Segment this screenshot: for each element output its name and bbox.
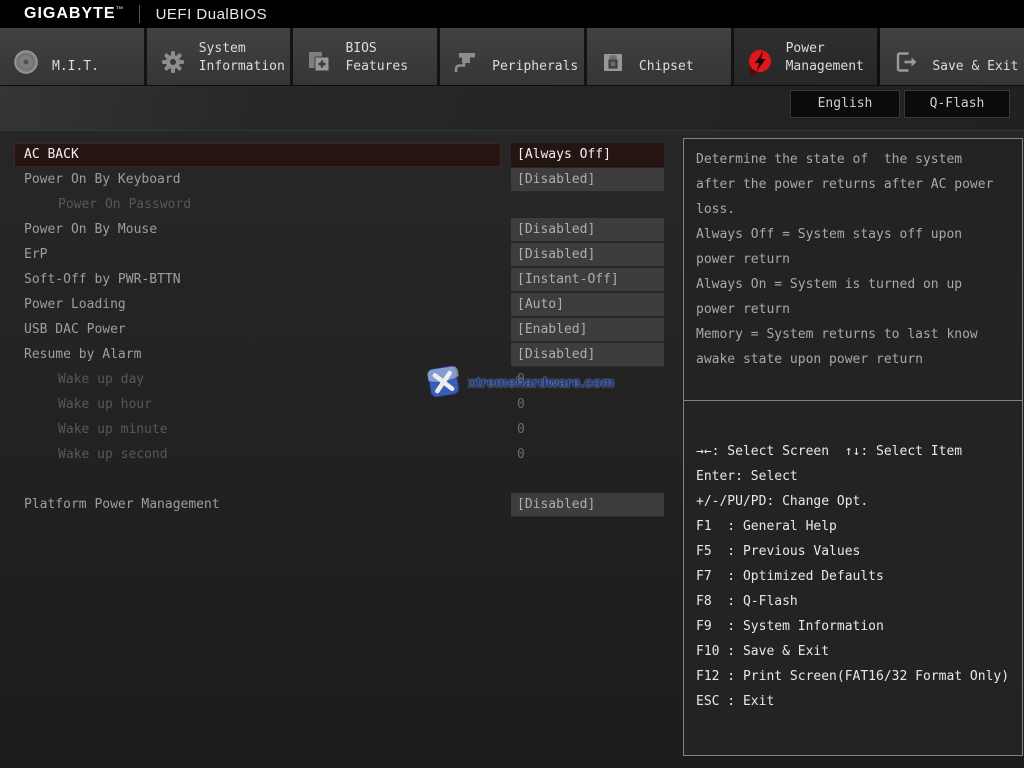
setting-row-wake-up-second[interactable]: Wake up second 0 [14, 442, 664, 467]
tab-bar: M.I.T. SystemInformation BIOSFeatures Perip… [0, 28, 1024, 85]
setting-label: Resume by Alarm [14, 343, 501, 367]
tab-mit[interactable]: M.I.T. [0, 28, 144, 85]
setting-row-power-on-password[interactable]: Power On Password [14, 192, 664, 217]
setting-row-wake-up-day[interactable]: Wake up day 0 [14, 367, 664, 392]
language-button[interactable]: English [790, 90, 900, 118]
tab-system-information[interactable]: SystemInformation [147, 28, 291, 85]
help-line: Determine the state of the system [696, 147, 1010, 172]
tab-bios-features[interactable]: BIOSFeatures [293, 28, 437, 85]
trademark-symbol: ™ [116, 5, 125, 14]
help-line: Memory = System returns to last know [696, 322, 1010, 347]
setting-label: USB DAC Power [14, 318, 501, 342]
gear-icon [159, 48, 187, 76]
setting-value[interactable]: [Instant-Off] [511, 268, 664, 292]
setting-value[interactable]: [Disabled] [511, 218, 664, 242]
setting-value[interactable]: [Disabled] [511, 168, 664, 192]
setting-value[interactable]: [Auto] [511, 293, 664, 317]
setting-row-wake-up-minute[interactable]: Wake up minute 0 [14, 417, 664, 442]
setting-label: Power Loading [14, 293, 501, 317]
shortcut-line: Enter: Select [696, 464, 1014, 489]
tab-label: BIOSFeatures [345, 40, 408, 76]
help-description: Determine the state of the systemafter t… [684, 139, 1022, 401]
help-line: power return [696, 297, 1010, 322]
setting-label: Power On Password [14, 193, 501, 217]
setting-value[interactable]: [Disabled] [511, 493, 664, 517]
bios-screen: GIGABYTE™ UEFI DualBIOS M.I.T. SystemInfo… [0, 0, 1024, 768]
top-bar: GIGABYTE™ UEFI DualBIOS [0, 0, 1024, 28]
shortcut-line: ESC : Exit [696, 689, 1014, 714]
setting-row-platform-power-management[interactable]: Platform Power Management [Disabled] [14, 492, 664, 517]
tab-label: SystemInformation [199, 40, 285, 76]
mit-disc-icon [12, 48, 40, 76]
setting-label: Platform Power Management [14, 493, 501, 517]
help-line: after the power returns after AC power [696, 172, 1010, 197]
tab-label: PowerManagement [786, 40, 864, 76]
setting-value[interactable]: [Always Off] [511, 143, 664, 167]
tab-peripherals[interactable]: Peripherals [440, 28, 584, 85]
setting-label: Wake up day [14, 368, 501, 392]
setting-label: Wake up second [14, 443, 501, 467]
tab-power-management[interactable]: PowerManagement [734, 28, 878, 85]
setting-label: Wake up minute [14, 418, 501, 442]
setting-row-power-on-by-keyboard[interactable]: Power On By Keyboard [Disabled] [14, 167, 664, 192]
setting-value[interactable]: [Disabled] [511, 343, 664, 367]
tab-label: Peripherals [492, 58, 578, 76]
setting-row-soft-off-by-pwr-bttn[interactable]: Soft-Off by PWR-BTTN [Instant-Off] [14, 267, 664, 292]
setting-row-resume-by-alarm[interactable]: Resume by Alarm [Disabled] [14, 342, 664, 367]
setting-value: 0 [511, 393, 664, 417]
setting-label: Wake up hour [14, 393, 501, 417]
main-content: AC BACK [Always Off] Power On By Keyboard [… [0, 130, 1024, 768]
shortcut-line: F9 : System Information [696, 614, 1014, 639]
setting-value: 0 [511, 418, 664, 442]
topbar-divider [139, 5, 140, 23]
tab-label: Save & Exit [932, 58, 1018, 76]
shortcut-line: +/-/PU/PD: Change Opt. [696, 489, 1014, 514]
setting-row-power-loading[interactable]: Power Loading [Auto] [14, 292, 664, 317]
qflash-button[interactable]: Q-Flash [904, 90, 1010, 118]
bios-features-icon [305, 48, 333, 76]
settings-list: AC BACK [Always Off] Power On By Keyboard [… [14, 142, 664, 517]
chipset-icon [599, 48, 627, 76]
setting-row-erp[interactable]: ErP [Disabled] [14, 242, 664, 267]
setting-label: AC BACK [14, 143, 501, 167]
gigabyte-logo: GIGABYTE™ [24, 5, 125, 23]
shortcut-line: F12 : Print Screen(FAT16/32 Format Only) [696, 664, 1014, 689]
setting-row-usb-dac-power[interactable]: USB DAC Power [Enabled] [14, 317, 664, 342]
setting-value[interactable]: [Enabled] [511, 318, 664, 342]
shortcut-line: F8 : Q-Flash [696, 589, 1014, 614]
shortcut-line: F7 : Optimized Defaults [696, 564, 1014, 589]
setting-value[interactable]: [Disabled] [511, 243, 664, 267]
help-line: Always Off = System stays off upon [696, 222, 1010, 247]
help-panel: Determine the state of the systemafter t… [683, 138, 1023, 756]
setting-label: Power On By Keyboard [14, 168, 501, 192]
firmware-title: UEFI DualBIOS [156, 6, 268, 23]
help-line: power return [696, 247, 1010, 272]
keyboard-shortcuts: →←: Select Screen ↑↓: Select ItemEnter: … [684, 401, 1022, 714]
setting-row-ac-back[interactable]: AC BACK [Always Off] [14, 142, 664, 167]
tab-label: M.I.T. [52, 58, 99, 76]
setting-label: Power On By Mouse [14, 218, 501, 242]
shortcut-line: F5 : Previous Values [696, 539, 1014, 564]
sub-bar: English Q-Flash [0, 85, 1024, 130]
help-line: loss. [696, 197, 1010, 222]
tab-save-exit[interactable]: Save & Exit [880, 28, 1024, 85]
shortcut-line: F1 : General Help [696, 514, 1014, 539]
shortcut-line: →←: Select Screen ↑↓: Select Item [696, 439, 1014, 464]
help-line: Always On = System is turned on up [696, 272, 1010, 297]
setting-value: 0 [511, 443, 664, 467]
setting-value: 0 [511, 368, 664, 392]
setting-row-power-on-by-mouse[interactable]: Power On By Mouse [Disabled] [14, 217, 664, 242]
tab-label: Chipset [639, 58, 694, 76]
setting-label: ErP [14, 243, 501, 267]
tab-chipset[interactable]: Chipset [587, 28, 731, 85]
peripherals-icon [452, 48, 480, 76]
save-exit-icon [892, 48, 920, 76]
setting-value [511, 193, 664, 217]
shortcut-line: F10 : Save & Exit [696, 639, 1014, 664]
setting-row-wake-up-hour[interactable]: Wake up hour 0 [14, 392, 664, 417]
power-lightning-icon [746, 48, 774, 76]
setting-label: Soft-Off by PWR-BTTN [14, 268, 501, 292]
help-line: awake state upon power return [696, 347, 1010, 372]
